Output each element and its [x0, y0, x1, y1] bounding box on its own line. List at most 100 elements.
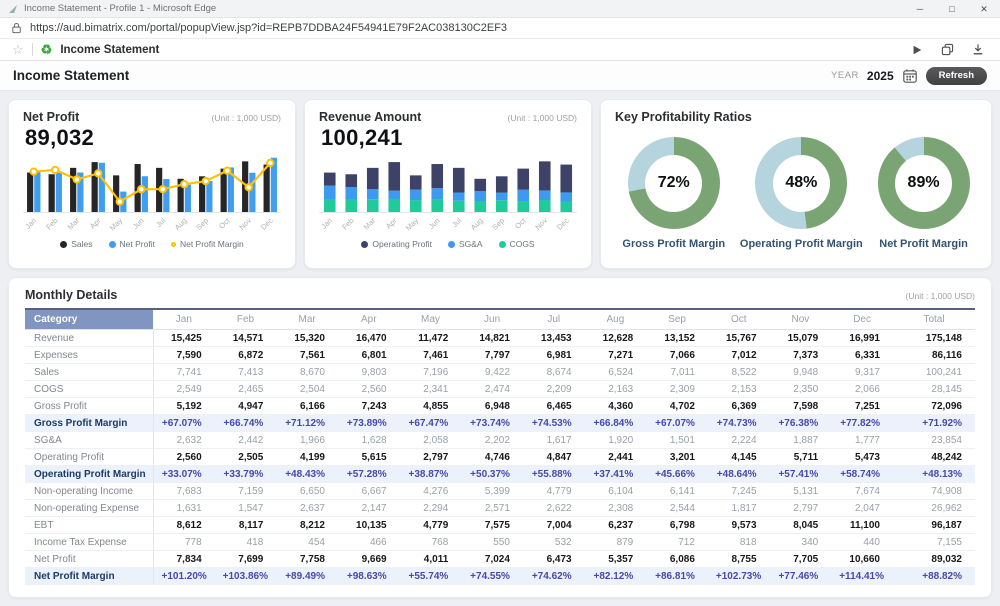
table-cell: 6,667: [338, 483, 400, 500]
table-row: Non-operating Income7,6837,1596,6506,667…: [25, 483, 975, 500]
calendar-icon[interactable]: [902, 68, 918, 84]
minimize-button[interactable]: ─: [904, 0, 936, 18]
table-cell: +50.37%: [461, 466, 523, 483]
table-row: Net Profit7,8347,6997,7589,6694,0117,024…: [25, 551, 975, 568]
table-cell: 778: [153, 534, 215, 551]
table-cell: 7,024: [461, 551, 523, 568]
table-row: Income Tax Expense7784184544667685505328…: [25, 534, 975, 551]
table-cell: 1,501: [646, 432, 708, 449]
table-cell: 6,801: [338, 347, 400, 364]
table-cell: +48.13%: [893, 466, 975, 483]
table-cell: 13,453: [523, 330, 585, 347]
legend-item[interactable]: Operating Profit: [361, 239, 432, 249]
table-cell: +67.07%: [646, 415, 708, 432]
play-button[interactable]: [911, 44, 923, 56]
table-cell: 454: [276, 534, 338, 551]
revenue-chart: JanFebMarAprMayJunJulAugSepOctNovDec: [319, 152, 577, 238]
table-cell: 23,854: [893, 432, 975, 449]
table-cell: 7,155: [893, 534, 975, 551]
table-row: Gross Profit5,1924,9476,1667,2434,8556,9…: [25, 398, 975, 415]
favorite-star-icon[interactable]: ☆: [12, 43, 24, 56]
column-header: Feb: [215, 309, 277, 330]
table-cell: +74.73%: [708, 415, 770, 432]
table-row: Net Profit Margin+101.20%+103.86%+89.49%…: [25, 568, 975, 585]
table-cell: 8,522: [708, 364, 770, 381]
table-cell: 7,004: [523, 517, 585, 534]
legend-item[interactable]: Net Profit: [109, 239, 155, 249]
table-cell: 466: [338, 534, 400, 551]
row-label: Net Profit Margin: [25, 568, 153, 585]
table-cell: 9,803: [338, 364, 400, 381]
x-axis-label: Aug: [173, 216, 189, 232]
donut-chart: 48%Operating Profit Margin: [740, 137, 863, 250]
legend-item[interactable]: Sales: [60, 239, 92, 249]
legend-item[interactable]: Net Profit Margin: [171, 239, 244, 249]
table-cell: +82.12%: [585, 568, 647, 585]
page-header: Income Statement YEAR 2025 Refresh: [0, 61, 1000, 91]
x-axis-label: Feb: [340, 216, 356, 232]
table-cell: 2,505: [215, 449, 277, 466]
table-cell: 175,148: [893, 330, 975, 347]
table-cell: 2,637: [276, 500, 338, 517]
table-cell: 5,131: [770, 483, 832, 500]
table-cell: +48.43%: [276, 466, 338, 483]
donut-value: 48%: [773, 155, 830, 212]
table-cell: 72,096: [893, 398, 975, 415]
table-cell: 2,350: [770, 381, 832, 398]
dashboard-content: Net Profit (Unit : 1,000 USD) 89,032 Jan…: [0, 91, 1000, 606]
address-bar[interactable]: https://aud.bimatrix.com/portal/popupVie…: [0, 18, 1000, 39]
table-cell: 2,549: [153, 381, 215, 398]
table-cell: +77.46%: [770, 568, 832, 585]
donut-value: 89%: [895, 155, 952, 212]
table-cell: 9,573: [708, 517, 770, 534]
column-header: Dec: [831, 309, 893, 330]
table-cell: 1,887: [770, 432, 832, 449]
table-cell: 6,104: [585, 483, 647, 500]
table-cell: 86,116: [893, 347, 975, 364]
row-label: COGS: [25, 381, 153, 398]
app-favicon-icon: [8, 4, 18, 14]
table-cell: 6,086: [646, 551, 708, 568]
ratios-card: Key Profitability Ratios 72%Gross Profit…: [600, 99, 992, 269]
table-cell: 4,779: [523, 483, 585, 500]
legend-label: Sales: [71, 239, 92, 249]
copy-pages-button[interactable]: [941, 43, 954, 56]
column-header: Apr: [338, 309, 400, 330]
column-header: Category: [25, 309, 153, 330]
table-cell: +89.49%: [276, 568, 338, 585]
x-axis-label: Sep: [490, 216, 506, 232]
table-cell: 14,821: [461, 330, 523, 347]
column-header: Jan: [153, 309, 215, 330]
download-button[interactable]: [972, 43, 984, 56]
net-profit-unit: (Unit : 1,000 USD): [212, 113, 281, 123]
lock-icon: [10, 21, 23, 35]
table-cell: 2,797: [770, 500, 832, 517]
year-value[interactable]: 2025: [867, 69, 894, 83]
close-button[interactable]: ✕: [968, 0, 1000, 18]
table-cell: 11,100: [831, 517, 893, 534]
x-axis-label: Aug: [469, 216, 485, 232]
table-cell: 15,320: [276, 330, 338, 347]
table-cell: 340: [770, 534, 832, 551]
table-cell: 2,442: [215, 432, 277, 449]
table-unit: (Unit : 1,000 USD): [906, 291, 975, 301]
ratios-title: Key Profitability Ratios: [615, 110, 752, 124]
column-header: Sep: [646, 309, 708, 330]
table-cell: 9,422: [461, 364, 523, 381]
legend-item[interactable]: SG&A: [448, 239, 483, 249]
maximize-button[interactable]: □: [936, 0, 968, 18]
table-cell: 7,741: [153, 364, 215, 381]
table-cell: +66.84%: [585, 415, 647, 432]
column-header: May: [400, 309, 462, 330]
legend-item[interactable]: COGS: [499, 239, 535, 249]
legend-label: Net Profit Margin: [180, 239, 244, 249]
table-cell: 5,192: [153, 398, 215, 415]
table-cell: 2,465: [215, 381, 277, 398]
table-cell: +103.86%: [215, 568, 277, 585]
table-cell: +33.79%: [215, 466, 277, 483]
table-cell: 7,797: [461, 347, 523, 364]
refresh-button[interactable]: Refresh: [926, 67, 987, 85]
table-cell: 10,660: [831, 551, 893, 568]
table-cell: 4,702: [646, 398, 708, 415]
table-cell: 2,560: [338, 381, 400, 398]
